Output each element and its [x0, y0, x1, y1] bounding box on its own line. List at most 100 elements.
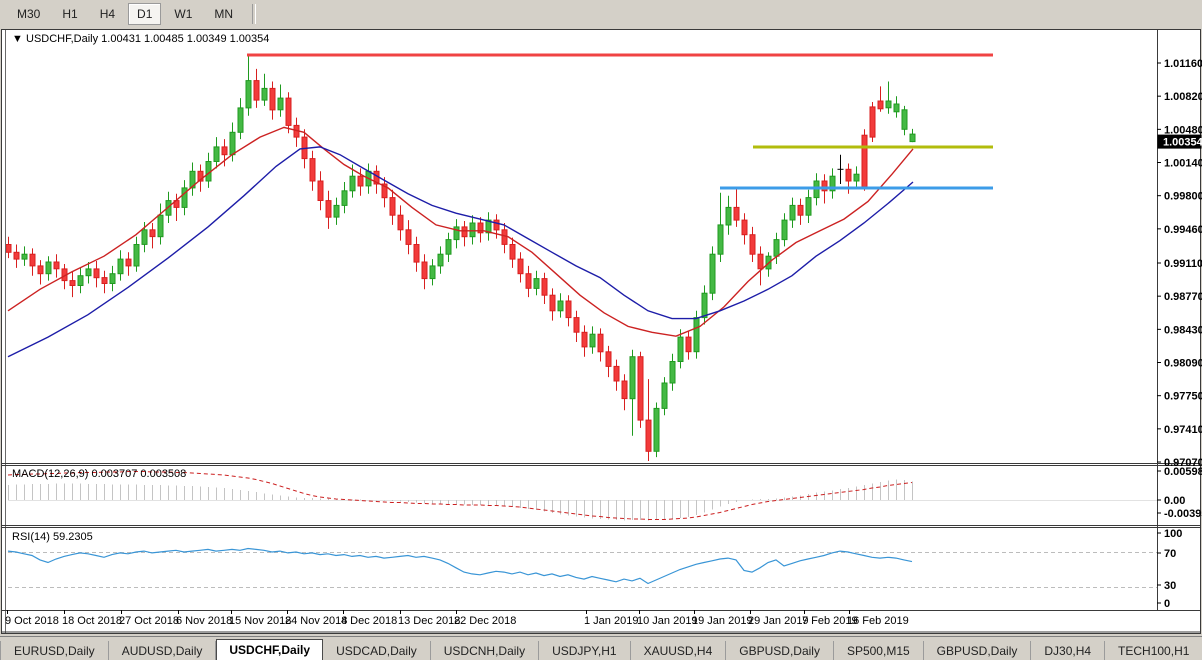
- bull-candle: [702, 293, 707, 317]
- bear-candle: [622, 381, 627, 399]
- bear-candle: [102, 278, 107, 284]
- symbol-tab-USDCAD-Daily[interactable]: USDCAD,Daily: [323, 641, 431, 660]
- bear-candle: [502, 230, 507, 245]
- bear-candle: [846, 169, 851, 181]
- date-axis-label: 15 Nov 2018: [229, 615, 291, 627]
- bear-candle: [686, 337, 691, 352]
- hline-minor-resistance[interactable]: [753, 146, 993, 149]
- date-axis-label: 18 Oct 2018: [62, 615, 122, 627]
- bull-candle: [334, 205, 339, 217]
- bull-candle: [86, 269, 91, 276]
- bull-candle: [342, 191, 347, 206]
- bear-candle: [750, 235, 755, 255]
- bull-candle: [894, 104, 899, 112]
- price-axis-label: 0.99110: [1164, 258, 1202, 270]
- symbol-tab-EURUSD-Daily[interactable]: EURUSD,Daily: [1, 641, 109, 660]
- bear-candle: [574, 318, 579, 333]
- date-axis-label: 6 Nov 2018: [176, 615, 232, 627]
- symbol-tab-AUDUSD-Daily[interactable]: AUDUSD,Daily: [109, 641, 217, 660]
- bull-candle: [142, 230, 147, 245]
- bull-candle: [630, 357, 635, 399]
- bear-candle: [582, 332, 587, 347]
- bear-candle: [638, 357, 643, 420]
- symbol-tab-USDCHF-Daily[interactable]: USDCHF,Daily: [216, 639, 323, 660]
- rsi-axis-label: 0: [1164, 598, 1170, 610]
- date-axis-label: 22 Dec 2018: [454, 615, 516, 627]
- symbol-tab-bar: EURUSD,DailyAUDUSD,DailyUSDCHF,DailyUSDC…: [0, 636, 1202, 660]
- bull-candle: [182, 188, 187, 208]
- bull-candle: [558, 301, 563, 311]
- timeframe-button-D1[interactable]: D1: [128, 3, 161, 25]
- bull-candle: [694, 318, 699, 352]
- bull-candle: [790, 205, 795, 220]
- bear-candle: [30, 254, 35, 266]
- timeframe-button-M30[interactable]: M30: [8, 3, 49, 25]
- bull-candle: [118, 259, 123, 274]
- bear-candle: [358, 176, 363, 186]
- price-axis-label: 1.00820: [1164, 91, 1202, 103]
- bull-candle: [278, 98, 283, 110]
- symbol-tab-XAUUSD-H4[interactable]: XAUUSD,H4: [631, 641, 727, 660]
- bear-candle: [398, 215, 403, 230]
- bull-candle: [590, 334, 595, 347]
- rsi-indicator-label: RSI(14) 59.2305: [12, 531, 93, 543]
- price-axis-label: 0.97750: [1164, 391, 1202, 403]
- price-axis-label: 0.99800: [1164, 191, 1202, 203]
- bear-candle: [318, 181, 323, 201]
- bull-candle: [534, 279, 539, 289]
- date-axis-label: 24 Nov 2018: [285, 615, 347, 627]
- symbol-tab-SP500-M15[interactable]: SP500,M15: [834, 641, 924, 660]
- bear-candle: [462, 227, 467, 237]
- symbol-tab-GBPUSD-Daily[interactable]: GBPUSD,Daily: [924, 641, 1032, 660]
- bear-candle: [870, 107, 875, 137]
- bull-candle: [438, 254, 443, 266]
- price-axis-label: 1.01160: [1164, 58, 1202, 70]
- current-price-value: 1.00354: [1163, 137, 1202, 149]
- bull-candle: [654, 408, 659, 451]
- date-axis-label: 29 Jan 2019: [748, 615, 809, 627]
- bull-candle: [470, 223, 475, 237]
- bull-candle: [678, 337, 683, 361]
- rsi-axis-label: 30: [1164, 580, 1176, 592]
- timeframe-button-W1[interactable]: W1: [165, 3, 201, 25]
- bear-candle: [6, 245, 11, 253]
- bear-candle: [566, 301, 571, 318]
- bear-candle: [254, 81, 259, 101]
- symbol-tab-USDCNH-Daily[interactable]: USDCNH,Daily: [431, 641, 539, 660]
- date-axis-label: 10 Jan 2019: [637, 615, 698, 627]
- date-axis-label: 13 Dec 2018: [398, 615, 460, 627]
- price-axis-label: 1.00480: [1164, 124, 1202, 136]
- timeframe-button-MN[interactable]: MN: [205, 3, 242, 25]
- chart-canvas[interactable]: USDCHF,Daily 1.00431 1.00485 1.00349 1.0…: [0, 28, 1202, 636]
- bear-candle: [38, 266, 43, 274]
- symbol-tab-GBPUSD-Daily[interactable]: GBPUSD,Daily: [726, 641, 834, 660]
- price-axis-label: 0.98770: [1164, 291, 1202, 303]
- bear-candle: [326, 201, 331, 218]
- timeframe-button-H1[interactable]: H1: [53, 3, 86, 25]
- symbol-tab-DJ30-H4[interactable]: DJ30,H4: [1031, 641, 1105, 660]
- bull-candle: [110, 274, 115, 284]
- bull-candle: [446, 240, 451, 255]
- bear-candle: [150, 230, 155, 237]
- bear-candle: [414, 245, 419, 263]
- date-axis-label: 19 Jan 2019: [692, 615, 753, 627]
- bull-candle: [158, 215, 163, 237]
- hline-support[interactable]: [720, 187, 993, 190]
- price-axis-label: 1.00140: [1164, 158, 1202, 170]
- price-axis-label: 0.99460: [1164, 224, 1202, 236]
- bear-candle: [614, 366, 619, 381]
- bear-candle: [598, 334, 603, 352]
- bear-candle: [550, 295, 555, 311]
- bear-candle: [606, 352, 611, 367]
- collapse-arrow-icon[interactable]: ▼: [12, 33, 23, 45]
- bear-candle: [310, 159, 315, 181]
- hline-resistance[interactable]: [247, 54, 993, 57]
- bull-candle: [718, 225, 723, 254]
- timeframe-button-H4[interactable]: H4: [91, 3, 124, 25]
- bull-candle: [726, 207, 731, 225]
- bear-candle: [510, 245, 515, 260]
- symbol-tab-USDJPY-H1[interactable]: USDJPY,H1: [539, 641, 630, 660]
- bull-candle: [46, 262, 51, 274]
- symbol-tab-TECH100-H1[interactable]: TECH100,H1: [1105, 641, 1202, 660]
- bull-candle: [238, 108, 243, 132]
